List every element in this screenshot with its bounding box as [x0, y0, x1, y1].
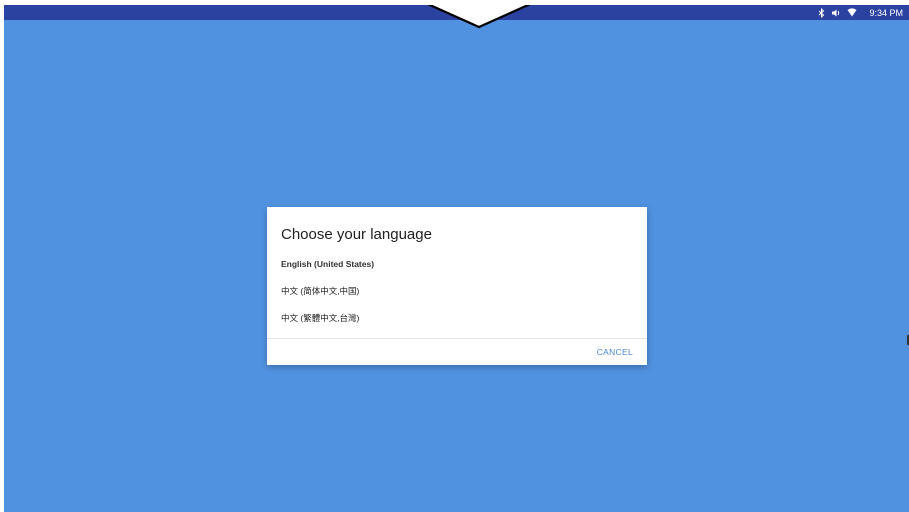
wifi-icon — [847, 8, 857, 17]
swipe-down-arrow-icon — [427, 5, 531, 29]
screen: 9:34 PM Choose your language English (Un… — [4, 5, 909, 512]
bluetooth-icon — [818, 7, 825, 18]
language-option-traditional-chinese[interactable]: 中文 (繁體中文,台灣) — [281, 312, 359, 324]
dialog-divider — [267, 338, 647, 339]
status-icons: 9:34 PM — [818, 5, 903, 20]
language-dialog: Choose your language English (United Sta… — [267, 207, 647, 365]
cancel-button[interactable]: CANCEL — [597, 347, 633, 357]
dialog-title: Choose your language — [281, 226, 432, 243]
volume-icon — [831, 8, 841, 18]
language-option-simplified-chinese[interactable]: 中文 (简体中文,中国) — [281, 285, 359, 297]
clock: 9:34 PM — [869, 7, 903, 18]
language-option-english[interactable]: English (United States) — [281, 259, 374, 269]
